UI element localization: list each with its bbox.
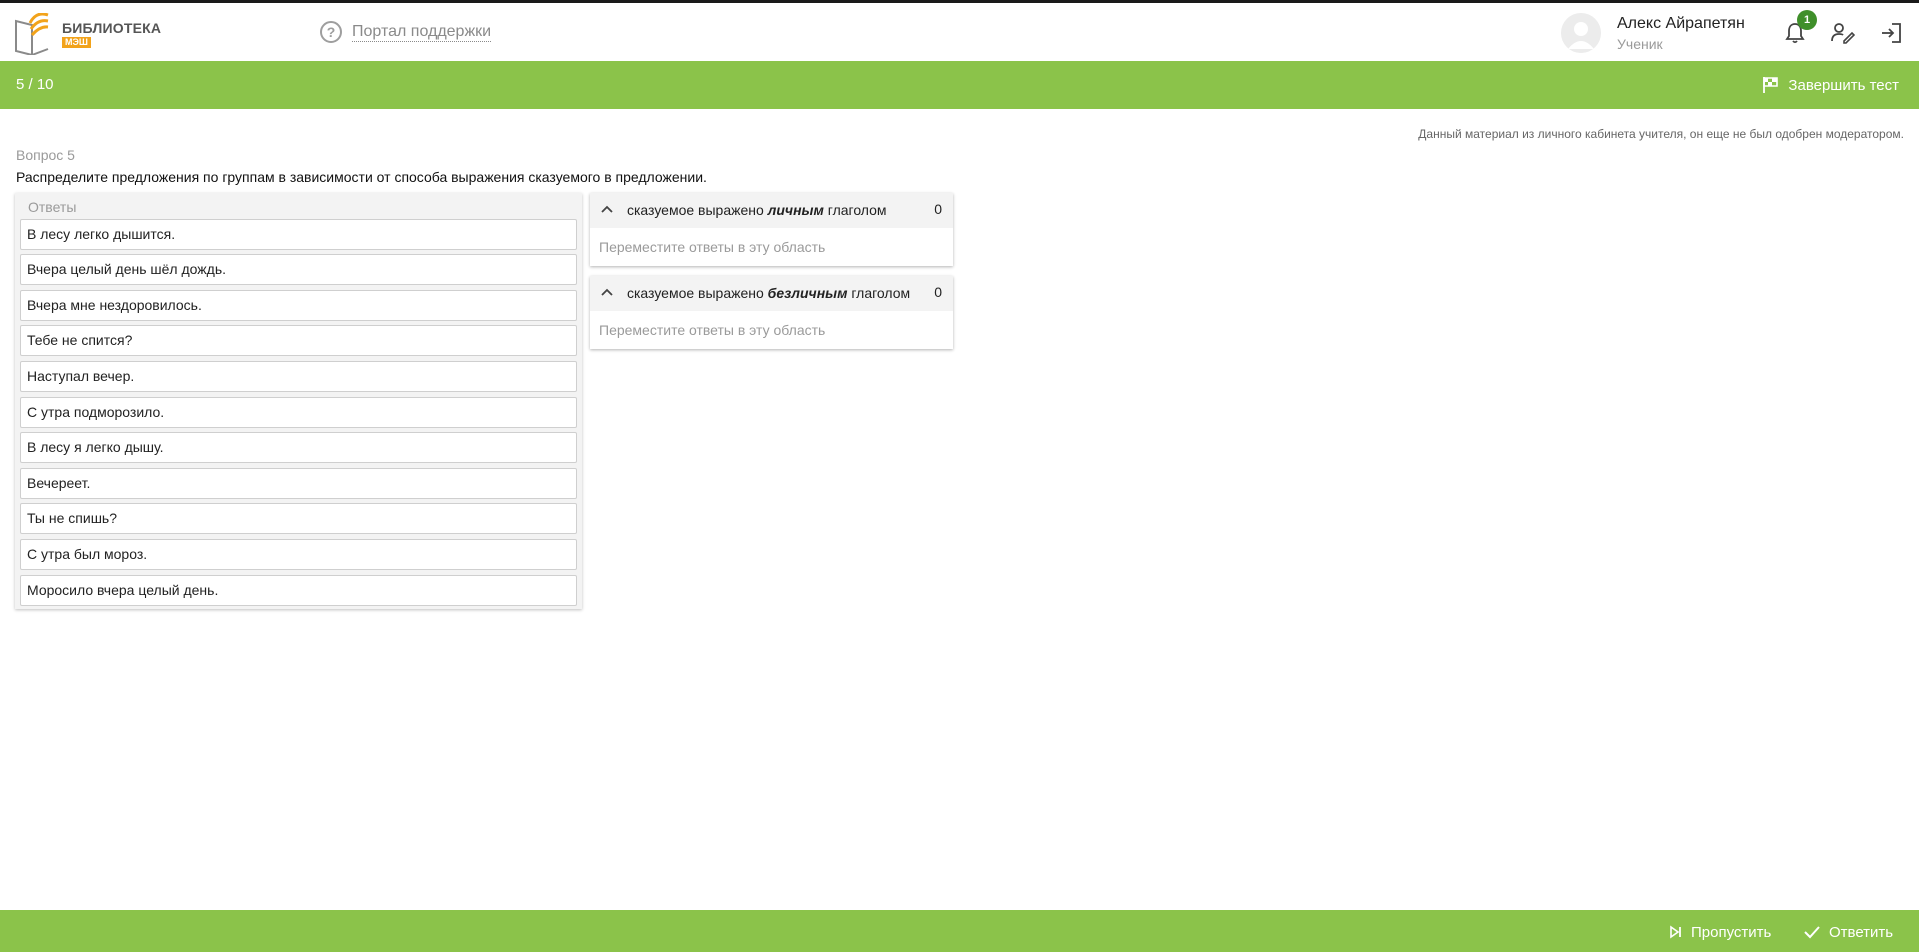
logo-subtitle: МЭШ: [62, 37, 91, 48]
logout-icon: [1882, 23, 1901, 43]
group-count: 0: [934, 284, 942, 300]
group-drop-zone[interactable]: Переместите ответы в эту область: [590, 311, 953, 349]
answers-panel: Ответы В лесу легко дышится. Вчера целый…: [15, 193, 582, 609]
group-title-suffix: глаголом: [847, 285, 911, 301]
book-logo-icon: [15, 13, 49, 55]
answer-item[interactable]: Тебе не спится?: [20, 325, 577, 356]
answer-item[interactable]: Моросило вчера целый день.: [20, 575, 577, 606]
user-name: Алекс Айрапетян: [1617, 15, 1745, 32]
user-silhouette-icon: [1561, 13, 1601, 53]
skip-label: Пропустить: [1691, 923, 1772, 941]
finish-test-button[interactable]: Завершить тест: [1762, 73, 1899, 97]
support-portal[interactable]: ? Портал поддержки: [320, 20, 492, 44]
logout-button[interactable]: [1878, 20, 1904, 46]
finish-test-label: Завершить тест: [1788, 76, 1899, 94]
answer-item[interactable]: Вчера целый день шёл дождь.: [20, 254, 577, 285]
flag-icon: [1763, 77, 1779, 93]
answer-item[interactable]: Вечереет.: [20, 468, 577, 499]
skip-icon: [1670, 925, 1681, 939]
group-title-emphasis: безличным: [767, 285, 848, 301]
group-header[interactable]: сказуемое выражено личным глаголом 0: [590, 193, 953, 228]
drop-zone-placeholder: Переместите ответы в эту область: [599, 322, 826, 338]
drop-zone-placeholder: Переместите ответы в эту область: [599, 239, 826, 255]
logo-title: БИБЛИОТЕКА: [62, 20, 162, 36]
edit-profile-icon: [1831, 23, 1855, 44]
bottom-action-bar: Пропустить Ответить: [0, 910, 1919, 952]
answer-item[interactable]: Наступал вечер.: [20, 361, 577, 392]
answer-label: Ответить: [1829, 923, 1894, 941]
group-header[interactable]: сказуемое выражено безличным глаголом 0: [590, 276, 953, 311]
header: БИБЛИОТЕКА МЭШ ? Портал поддержки Алекс …: [0, 3, 1919, 61]
group-impersonal-verb: сказуемое выражено безличным глаголом 0 …: [590, 276, 953, 349]
group-title: сказуемое выражено личным глаголом: [627, 202, 887, 218]
answer-item[interactable]: С утра подморозило.: [20, 397, 577, 428]
library-logo[interactable]: БИБЛИОТЕКА МЭШ: [14, 9, 164, 55]
answers-title: Ответы: [28, 199, 77, 215]
group-title-suffix: глаголом: [823, 202, 887, 218]
moderation-notice: Данный материал из личного кабинета учит…: [1418, 127, 1904, 141]
group-count: 0: [934, 201, 942, 217]
answer-item[interactable]: С утра был мороз.: [20, 539, 577, 570]
notifications-badge: 1: [1797, 10, 1817, 30]
group-title-prefix: сказуемое выражено: [627, 202, 768, 218]
question-number: Вопрос 5: [16, 147, 75, 163]
edit-profile-button[interactable]: [1830, 20, 1856, 46]
user-role: Ученик: [1617, 36, 1663, 52]
group-title-prefix: сказуемое выражено: [627, 285, 768, 301]
answer-item[interactable]: Ты не спишь?: [20, 503, 577, 534]
group-title-emphasis: личным: [767, 202, 824, 218]
question-text: Распределите предложения по группам в за…: [16, 169, 707, 185]
answer-item[interactable]: Вчера мне нездоровилось.: [20, 290, 577, 321]
chevron-up-icon[interactable]: [599, 202, 615, 218]
check-icon: [1804, 926, 1820, 939]
question-icon: ?: [320, 21, 342, 43]
group-personal-verb: сказуемое выражено личным глаголом 0 Пер…: [590, 193, 953, 266]
progress-bar: 5 / 10 Завершить тест: [0, 61, 1919, 109]
group-title: сказуемое выражено безличным глаголом: [627, 285, 910, 301]
question-progress: 5 / 10: [16, 76, 54, 93]
avatar[interactable]: [1561, 13, 1601, 53]
group-drop-zone[interactable]: Переместите ответы в эту область: [590, 228, 953, 266]
skip-button[interactable]: Пропустить: [1669, 920, 1771, 944]
chevron-up-icon[interactable]: [599, 285, 615, 301]
answer-button[interactable]: Ответить: [1803, 920, 1893, 944]
support-portal-link[interactable]: Портал поддержки: [352, 23, 492, 42]
answer-item[interactable]: В лесу легко дышится.: [20, 219, 577, 250]
answer-item[interactable]: В лесу я легко дышу.: [20, 432, 577, 463]
